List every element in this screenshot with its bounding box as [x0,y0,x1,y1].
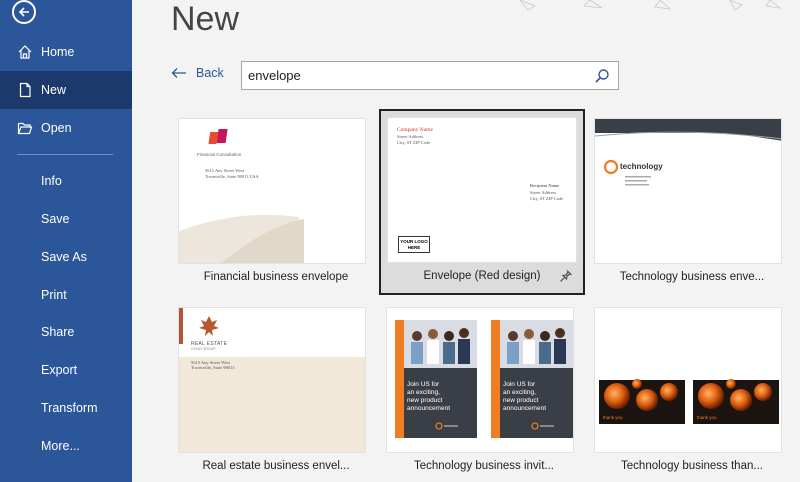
template-search-input[interactable]: envelope [241,61,619,90]
template-label: Envelope (Red design) [423,270,541,282]
sidebar-item-transform[interactable]: Transform [0,389,132,427]
template-thumbnail: Company Name Street Address City, ST ZIP… [387,117,577,263]
template-thumbnail: thank you thank you [594,307,782,453]
sidebar-item-label: Transform [41,401,98,415]
thumb-line: Join US for [503,381,536,388]
thumb-line: new product [407,397,443,404]
thumb-company: Company Name [397,127,433,133]
thumb-thanks-left: thank you [603,415,623,420]
sidebar-item-more[interactable]: More... [0,427,132,465]
sidebar-item-export[interactable]: Export [0,351,132,389]
template-card-technology-thank-you[interactable]: thank you thank you Technology business … [594,307,798,482]
thumb-address2: Townsville, State 98013 [191,365,235,370]
back-arrow-icon[interactable] [12,0,36,24]
sidebar-item-label: New [41,83,67,97]
thumb-logo-line2: HERE [407,245,421,250]
template-card-envelope-red[interactable]: Company Name Street Address City, ST ZIP… [379,109,585,297]
search-value: envelope [248,68,301,83]
template-card-technology-invitation[interactable]: Join US for an exciting, new product ann… [386,307,590,482]
thumb-line: announcement [407,405,451,412]
template-card-technology-envelope[interactable]: technology Technology business enve... [594,118,798,304]
thumb-invite-text-right: Join US for an exciting, new product ann… [503,381,546,413]
thumb-line: announcement [503,405,547,412]
template-label: Financial business envelope [203,271,349,283]
thumb-line: an exciting, [407,389,440,396]
sidebar-item-open[interactable]: Open [0,109,132,147]
sidebar-divider [17,154,113,155]
thumb-brand2: GOOD GROUP [191,347,216,351]
template-label: Technology business enve... [619,271,765,283]
thumb-invite-text-left: Join US for an exciting, new product ann… [407,381,450,413]
template-thumbnail: technology [594,118,782,264]
template-label: Technology business invit... [414,460,554,472]
open-folder-icon [17,120,33,136]
home-icon [17,44,33,60]
back-arrow-icon [171,67,187,79]
backstage-sidebar: Home New Open Info Save Save As Print Sh… [0,0,132,482]
thumb-line: Join US for [407,381,440,388]
page-title: New [171,0,240,38]
thumb-line: new product [503,397,539,404]
thumb-recipient-city: City, ST ZIP Code [530,196,564,201]
thumb-logo-box: YOUR LOGO HERE [398,236,430,253]
pin-icon[interactable] [559,269,573,288]
sidebar-item-print[interactable]: Print [0,276,132,314]
template-card-real-estate-envelope[interactable]: REAL ESTATE GOOD GROUP 5615 Any Street W… [178,307,382,482]
template-thumbnail: REAL ESTATE GOOD GROUP 5615 Any Street W… [178,307,366,453]
sidebar-item-label: Export [41,363,78,377]
sidebar-item-label: More... [41,439,80,453]
sidebar-item-save-as[interactable]: Save As [0,238,132,276]
thumb-city: City, ST ZIP Code [397,140,431,145]
search-icon[interactable] [590,64,614,88]
back-label: Back [196,66,224,80]
new-document-icon [17,82,33,98]
thumb-brand: technology [620,162,663,171]
template-thumbnail: Financial Consultation 5615 Any Street W… [178,118,366,264]
decorative-pattern [519,0,782,11]
sidebar-item-home[interactable]: Home [0,33,132,71]
sidebar-item-label: Save [41,212,70,226]
thumb-recipient: Recipient Name [530,183,560,188]
back-link[interactable]: Back [171,66,224,80]
template-label: Technology business than... [621,460,763,472]
sidebar-item-label: Info [41,174,62,188]
thumb-address2: Townsville, State 98013 USA [205,174,259,179]
template-card-financial-envelope[interactable]: Financial Consultation 5615 Any Street W… [178,118,382,304]
template-thumbnail: Join US for an exciting, new product ann… [386,307,574,453]
thumb-company: Financial Consultation [197,152,242,157]
thumb-line: an exciting, [503,389,536,396]
template-label: Real estate business envel... [202,460,350,472]
sidebar-item-info[interactable]: Info [0,162,132,200]
thumb-thanks-right: thank you [697,415,717,420]
main-panel: New Back envelope Financial Consultation… [132,0,800,482]
sidebar-item-label: Open [41,121,72,135]
sidebar-item-label: Share [41,325,75,339]
sidebar-item-label: Print [41,288,67,302]
sidebar-item-share[interactable]: Share [0,313,132,351]
sidebar-item-label: Save As [41,250,87,264]
sidebar-item-new[interactable]: New [0,71,132,109]
sidebar-item-save[interactable]: Save [0,200,132,238]
sidebar-item-label: Home [41,45,75,59]
